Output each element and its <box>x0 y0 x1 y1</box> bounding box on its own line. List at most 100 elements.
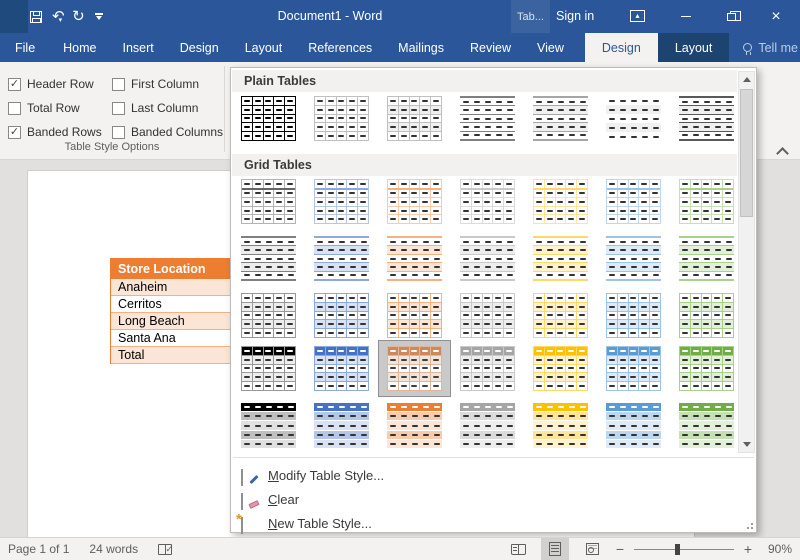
tab-layout[interactable]: Layout <box>232 33 296 62</box>
banded-columns-checkbox[interactable] <box>112 125 125 139</box>
table-style-grid-5-6[interactable] <box>606 403 661 449</box>
tab-file[interactable]: File <box>0 33 50 62</box>
new-table-style-menu-item[interactable]: * New Table Style... <box>232 511 737 535</box>
table-style-grid-1-4[interactable] <box>460 179 515 224</box>
table-style-grid-4-5[interactable] <box>533 346 588 391</box>
table-style-grid-1-7[interactable] <box>679 179 734 224</box>
table-style-grid-3-5[interactable] <box>533 293 588 338</box>
table-style-grid-3-2[interactable] <box>314 293 369 338</box>
modify-table-style-icon <box>241 468 259 486</box>
contextual-tab-layout[interactable]: Layout <box>657 33 730 62</box>
table-style-grid-1-6[interactable] <box>606 179 661 224</box>
table-style-grid-5-3[interactable] <box>387 403 442 449</box>
contextual-tab-design[interactable]: Design <box>584 33 658 62</box>
first-column-checkbox[interactable] <box>112 77 125 91</box>
table-style-grid-4-7[interactable] <box>679 346 734 391</box>
clear-menu-item[interactable]: Clear <box>232 488 737 511</box>
gallery-section-label: Plain Tables <box>232 70 737 92</box>
table-style-grid-3-6[interactable] <box>606 293 661 338</box>
table-style-grid-2-1[interactable] <box>241 236 296 281</box>
scroll-up-icon[interactable] <box>739 72 754 87</box>
tab-design[interactable]: Design <box>167 33 232 62</box>
table-style-plain-1-3[interactable] <box>387 96 442 141</box>
tab-view[interactable]: View <box>524 33 577 62</box>
tab-mailings[interactable]: Mailings <box>385 33 457 62</box>
proofing-icon[interactable] <box>158 543 173 555</box>
zoom-slider[interactable] <box>634 543 734 555</box>
table-style-grid-1-5[interactable] <box>533 179 588 224</box>
web-layout-button[interactable] <box>578 538 606 560</box>
table-style-grid-3-1[interactable] <box>241 293 296 338</box>
table-style-grid-2-2[interactable] <box>314 236 369 281</box>
title-bar: ↶ ▾ ↻ Document1 - Word Tab... Sign in ▴ … <box>0 0 800 33</box>
print-layout-button[interactable] <box>541 538 569 560</box>
table-styles-gallery: Plain Tables Grid Tables Modify Table Sty… <box>230 67 757 535</box>
tab-home[interactable]: Home <box>50 33 109 62</box>
table-style-grid-4-3[interactable] <box>387 346 442 391</box>
table-style-grid-2-7[interactable] <box>679 236 734 281</box>
sign-in-button[interactable]: Sign in <box>556 9 594 23</box>
gallery-scrollbar[interactable] <box>738 71 755 453</box>
table-style-grid-2-4[interactable] <box>460 236 515 281</box>
redo-icon[interactable]: ↻ <box>72 9 85 24</box>
zoom-slider-handle[interactable] <box>675 543 680 555</box>
tab-review[interactable]: Review <box>457 33 524 62</box>
minimize-button[interactable] <box>669 0 703 33</box>
table-style-grid-1-2[interactable] <box>314 179 369 224</box>
qat-customize-icon[interactable] <box>94 13 103 20</box>
table-style-grid-5-4[interactable] <box>460 403 515 449</box>
banded-rows-checkbox[interactable]: ✓ <box>8 125 21 139</box>
zoom-level[interactable]: 90% <box>762 542 792 556</box>
table-style-grid-3-4[interactable] <box>460 293 515 338</box>
first-column-option[interactable]: First Column <box>112 72 223 96</box>
table-style-grid-1-1[interactable] <box>241 179 296 224</box>
page-indicator[interactable]: Page 1 of 1 <box>8 542 69 556</box>
table-style-grid-4-1[interactable] <box>241 346 296 391</box>
table-style-plain-1-1[interactable] <box>241 96 296 141</box>
table-style-plain-1-6[interactable] <box>606 96 661 141</box>
scrollbar-thumb[interactable] <box>740 89 753 217</box>
tab-references[interactable]: References <box>295 33 385 62</box>
scroll-down-icon[interactable] <box>739 437 754 452</box>
table-style-grid-2-5[interactable] <box>533 236 588 281</box>
ribbon-display-options-icon[interactable]: ▴ <box>630 10 645 22</box>
zoom-out-button[interactable]: − <box>615 541 625 557</box>
table-style-grid-2-3[interactable] <box>387 236 442 281</box>
print-layout-icon <box>549 542 561 556</box>
tell-me-button[interactable]: Tell me <box>743 33 798 62</box>
undo-dropdown-icon[interactable]: ▾ <box>59 16 63 24</box>
last-column-checkbox[interactable] <box>112 101 125 115</box>
table-style-plain-1-7[interactable] <box>679 96 734 141</box>
table-style-grid-5-5[interactable] <box>533 403 588 449</box>
table-style-grid-4-4[interactable] <box>460 346 515 391</box>
tab-insert[interactable]: Insert <box>110 33 167 62</box>
save-icon[interactable] <box>30 10 42 23</box>
total-row-option[interactable]: Total Row <box>8 96 112 120</box>
clear-icon <box>241 492 260 510</box>
gallery-resize-grip[interactable] <box>745 521 753 529</box>
table-style-plain-1-4[interactable] <box>460 96 515 141</box>
table-style-grid-3-7[interactable] <box>679 293 734 338</box>
table-style-grid-4-2[interactable] <box>314 346 369 391</box>
word-count[interactable]: 24 words <box>89 542 138 556</box>
collapse-ribbon-chevron-icon[interactable] <box>778 146 787 155</box>
table-style-grid-5-2[interactable] <box>314 403 369 449</box>
table-style-grid-4-6[interactable] <box>606 346 661 391</box>
close-button[interactable]: × <box>759 0 793 33</box>
read-mode-button[interactable] <box>504 538 532 560</box>
restore-button[interactable] <box>714 0 748 33</box>
table-style-grid-5-1[interactable] <box>241 403 296 449</box>
total-row-checkbox[interactable] <box>8 101 21 115</box>
table-style-grid-3-3[interactable] <box>387 293 442 338</box>
zoom-in-button[interactable]: + <box>743 541 753 557</box>
undo-button[interactable]: ↶ ▾ <box>52 9 65 24</box>
table-style-grid-5-7[interactable] <box>679 403 734 449</box>
modify-table-style-menu-item[interactable]: Modify Table Style... <box>232 464 737 487</box>
table-style-grid-2-6[interactable] <box>606 236 661 281</box>
table-style-plain-1-5[interactable] <box>533 96 588 141</box>
table-style-plain-1-2[interactable] <box>314 96 369 141</box>
table-style-grid-1-3[interactable] <box>387 179 442 224</box>
header-row-checkbox[interactable]: ✓ <box>8 77 21 91</box>
last-column-option[interactable]: Last Column <box>112 96 223 120</box>
header-row-option[interactable]: ✓ Header Row <box>8 72 112 96</box>
